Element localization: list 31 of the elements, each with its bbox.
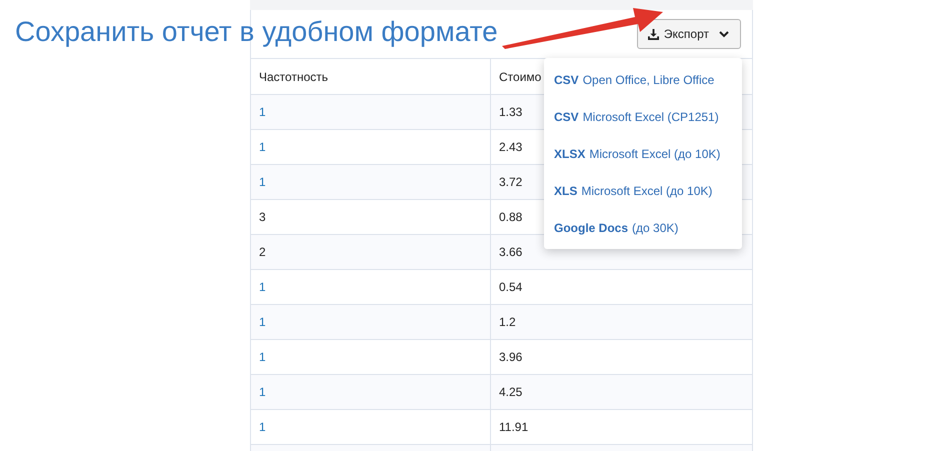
menu-item[interactable]: CSV Microsoft Excel (CP1251)	[544, 98, 742, 135]
column-header: Частотность	[251, 59, 491, 94]
frequency-link[interactable]: 1	[259, 383, 266, 401]
caret-icon	[718, 30, 730, 38]
table-cell-text: 3.72	[499, 174, 522, 191]
menu-item[interactable]: Google Docs (до 30K)	[544, 209, 742, 246]
table-cell-text: 1.2	[499, 314, 516, 331]
column-header: Стоимо	[499, 68, 542, 86]
frequency-link[interactable]: 1	[259, 348, 266, 366]
frequency-link[interactable]: 1	[259, 418, 266, 436]
table-cell-text: 3	[259, 209, 266, 226]
table-cell-text: 0.54	[499, 279, 522, 296]
menu-item[interactable]: XLSX Microsoft Excel (до 10K)	[544, 135, 742, 172]
frequency-link[interactable]: 1	[259, 173, 266, 191]
table-cell-text: 2.43	[499, 139, 522, 156]
frequency-link[interactable]: 1	[259, 313, 266, 331]
frequency-link[interactable]: 1	[259, 103, 266, 121]
table-cell-text: 3.96	[499, 349, 522, 366]
table-cell-text: 3.66	[499, 244, 522, 261]
table-cell-text: 1.33	[499, 104, 522, 121]
table-cell-text: 4.25	[499, 384, 522, 401]
frequency-link[interactable]: 1	[259, 138, 266, 156]
export-button[interactable]: Экспорт	[636, 19, 741, 49]
menu-item[interactable]: CSV Open Office, Libre Office	[544, 61, 742, 98]
frequency-link[interactable]: 1	[259, 278, 266, 296]
table-cell-text: 2	[259, 244, 266, 261]
menu-item[interactable]: XLS Microsoft Excel (до 10K)	[544, 172, 742, 209]
download-icon	[648, 28, 659, 40]
table-cell-text: 11.91	[499, 419, 528, 436]
page-title: Сохранить отчет в удобном формате	[15, 15, 498, 49]
table-cell-text: 0.88	[499, 209, 522, 226]
